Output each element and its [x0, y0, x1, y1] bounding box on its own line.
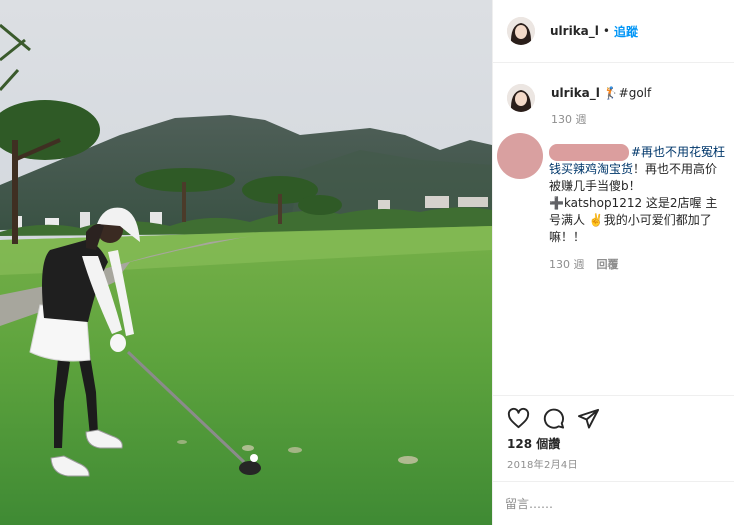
heart-icon[interactable] [507, 407, 530, 430]
comments-list[interactable]: ulrika_l 🏌#golf 130 週 #再也不用花冤枉钱买辣鸡淘宝货！再也… [493, 63, 734, 393]
caption-text: 🏌#golf [603, 86, 652, 100]
caption-time[interactable]: 130 週 [551, 111, 587, 128]
author-username[interactable]: ulrika_l [550, 24, 599, 38]
author-avatar[interactable] [507, 17, 535, 45]
comment-composer [493, 481, 734, 525]
comment-body: #再也不用花冤枉钱买辣鸡淘宝货！再也不用高价被赚几手当傻b！➕katshop12… [549, 144, 727, 273]
comment-avatar-redacted[interactable] [497, 133, 543, 179]
comment-icon[interactable] [542, 407, 565, 430]
post-photo[interactable] [0, 0, 492, 525]
comment-meta: 130 週 回覆 [549, 256, 727, 273]
action-icons [507, 407, 600, 430]
like-count[interactable]: 128 個讚 [507, 435, 560, 452]
comment-input[interactable] [505, 494, 725, 514]
comment-time[interactable]: 130 週 [549, 256, 585, 273]
share-icon[interactable] [577, 407, 600, 430]
caption-row: ulrika_l 🏌#golf 130 週 [507, 84, 731, 144]
comment-username-redacted[interactable] [549, 144, 629, 161]
post-sidebar: ulrika_l • 追蹤 ulrika_l 🏌#golf 130 週 #再也不… [492, 0, 734, 525]
header-separator: • [602, 24, 610, 38]
reply-button[interactable]: 回覆 [597, 256, 619, 273]
post-actions: 128 個讚 2018年2月4日 [493, 395, 734, 525]
caption-avatar[interactable] [507, 84, 535, 112]
caption-username[interactable]: ulrika_l [551, 86, 600, 100]
post-header: ulrika_l • 追蹤 [493, 0, 734, 63]
caption-meta: 130 週 [551, 111, 733, 128]
golf-course-photo [0, 0, 492, 525]
follow-button[interactable]: 追蹤 [614, 23, 638, 40]
post-date[interactable]: 2018年2月4日 [507, 456, 578, 471]
caption-body: ulrika_l 🏌#golf 130 週 [551, 85, 733, 128]
